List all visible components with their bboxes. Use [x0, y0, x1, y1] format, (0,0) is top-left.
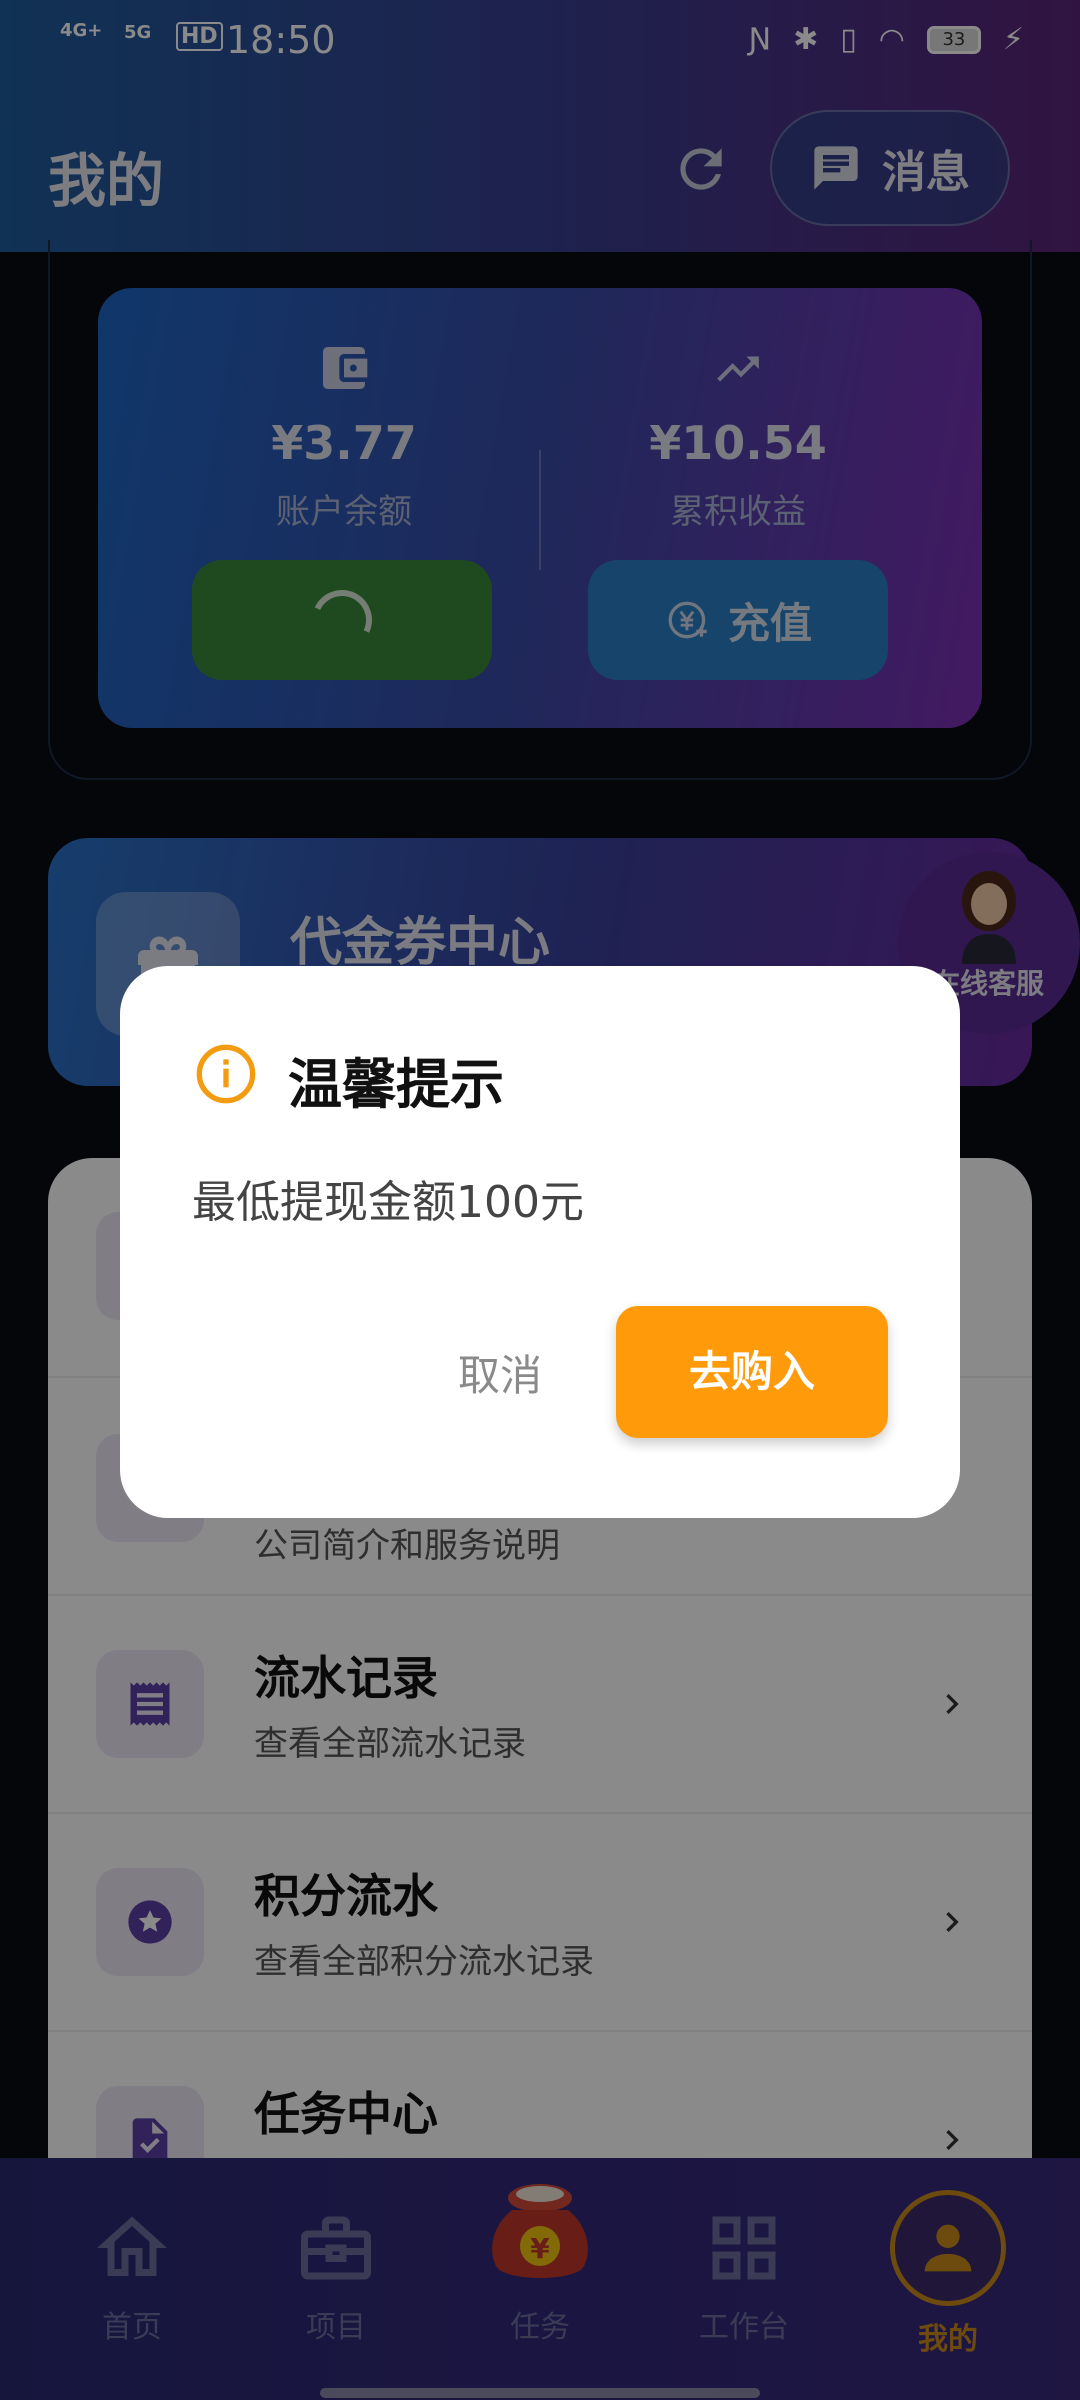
- cancel-button[interactable]: 取消: [430, 1336, 570, 1416]
- info-icon: [196, 1044, 256, 1104]
- dialog-message: 最低提现金额100元: [192, 1177, 584, 1228]
- go-purchase-button[interactable]: 去购入: [616, 1306, 888, 1438]
- dialog-title: 温馨提示: [288, 1053, 504, 1116]
